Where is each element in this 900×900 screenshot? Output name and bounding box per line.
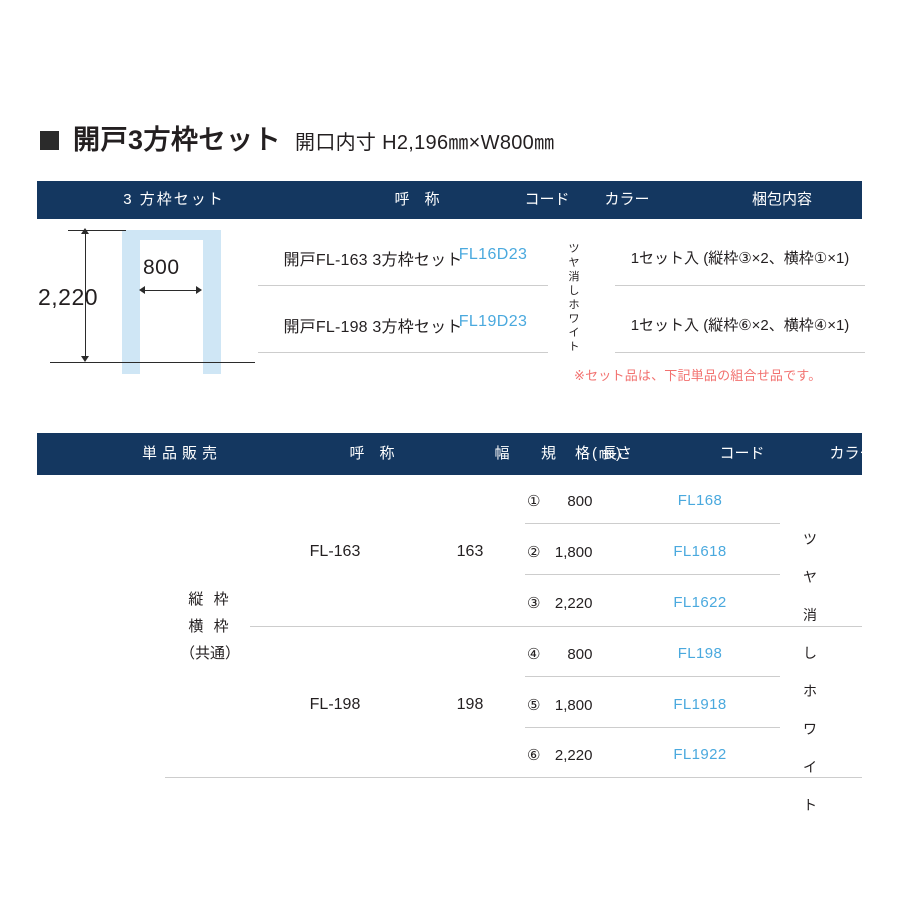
page-title: 開戸3方枠セット 開口内寸 H2,196㎜×W800㎜ (40, 118, 554, 157)
single-group-name: FL-198 (309, 696, 361, 713)
height-top-extension-line (68, 230, 126, 231)
color-char: 消 (803, 607, 817, 623)
page-title-subtitle: 開口内寸 H2,196㎜×W800㎜ (295, 132, 555, 154)
color-char: イ (803, 759, 817, 775)
item-mark: ④ (527, 646, 541, 663)
item-length: 2,220 (554, 595, 593, 612)
single-item-size: ⑥ 2,220 (527, 746, 592, 764)
single-table-color-value: ツ ヤ 消 し ホ ワ イ ト (800, 520, 820, 824)
single-item-size: ④ 800 (527, 645, 592, 663)
single-table-header-width: 幅 (494, 445, 510, 462)
item-mark: ③ (527, 595, 541, 612)
single-table-header-color: カラー (829, 445, 875, 462)
single-table-row-divider (525, 727, 780, 728)
left-label-line: 横 枠 (188, 618, 232, 635)
set-table-row-divider (258, 285, 548, 286)
color-char: ト (803, 797, 817, 813)
single-table-header-name: 呼 称 (349, 445, 395, 462)
left-label-line: 縦 枠 (188, 591, 232, 608)
frame-head (122, 230, 221, 240)
page-title-main: 開戸3方枠セット (73, 125, 282, 155)
item-length: 2,220 (554, 747, 593, 764)
set-table-bottom-divider (258, 352, 548, 353)
single-item-size: ① 800 (527, 492, 592, 510)
width-arrow-right-icon (196, 286, 202, 294)
color-char: ホ (803, 683, 817, 699)
set-table-header-category: 3 方枠セット (123, 191, 225, 208)
color-char: ツ (568, 243, 580, 255)
frame-right-jamb (203, 230, 221, 374)
single-item-size: ② 1,800 (527, 543, 592, 561)
width-dimension-label: 800 (143, 256, 180, 279)
color-char: ワ (803, 721, 817, 737)
single-item-size: ③ 2,220 (527, 594, 592, 612)
single-table-group-divider (250, 626, 862, 627)
set-table-bottom-divider (615, 352, 865, 353)
item-mark: ⑥ (527, 747, 541, 764)
item-length: 800 (567, 493, 593, 510)
height-dimension-label: 2,220 (38, 284, 99, 310)
color-char: ホ (568, 299, 580, 311)
width-arrow-left-icon (139, 286, 145, 294)
color-char: 消 (568, 271, 580, 283)
single-item-code[interactable]: FL1918 (645, 696, 755, 713)
color-char: し (568, 285, 580, 297)
item-mark: ① (527, 493, 541, 510)
set-table-row-divider (615, 285, 865, 286)
item-length: 1,800 (554, 544, 593, 561)
single-table-header: 単品販売 呼 称 規 格(㎜) 幅 長さ コード カラー (37, 433, 875, 475)
item-mark: ② (527, 544, 541, 561)
color-char: イ (568, 327, 580, 339)
left-label-line: （共通） (179, 645, 240, 662)
set-combination-note: ※セット品は、下記単品の組合せ品です。 (574, 368, 822, 383)
color-char: ツ (803, 531, 817, 547)
single-item-code[interactable]: FL1922 (645, 746, 755, 763)
floor-line (50, 362, 255, 363)
single-table-header-length: 長さ (601, 445, 632, 462)
item-length: 1,800 (554, 697, 593, 714)
door-frame-diagram: 2,220 800 (38, 222, 255, 374)
single-table-left-label: 縦 枠 横 枠 （共通） (155, 586, 265, 667)
single-group-width: 163 (456, 543, 484, 560)
height-arrow-up-icon (81, 228, 89, 234)
color-char: ト (568, 341, 580, 353)
set-row-package: 1セット入 (縦枠⑥×2、横枠④×1) (630, 317, 850, 334)
frame-left-jamb (122, 230, 140, 374)
item-length: 800 (567, 646, 593, 663)
set-row-code[interactable]: FL16D23 (448, 246, 538, 264)
set-row-package: 1セット入 (縦枠③×2、横枠①×1) (630, 250, 850, 267)
single-group-width: 198 (456, 696, 484, 713)
single-item-code[interactable]: FL168 (645, 492, 755, 509)
single-group-name: FL-163 (309, 543, 361, 560)
color-char: ワ (568, 313, 580, 325)
set-table-color-value: ツ ヤ 消 し ホ ワ イ ト (566, 242, 582, 354)
single-item-code[interactable]: FL1618 (645, 543, 755, 560)
set-table-header: 3 方枠セット 呼 称 コード カラー 梱包内容 (37, 181, 862, 219)
color-char: ヤ (803, 569, 817, 585)
single-table-row-divider (525, 523, 780, 524)
single-table-bottom-divider (165, 777, 862, 778)
set-row-code[interactable]: FL19D23 (448, 313, 538, 331)
bullet-square-icon (40, 131, 59, 150)
single-table-row-divider (525, 574, 780, 575)
color-char: ヤ (568, 257, 580, 269)
color-char: し (803, 645, 817, 661)
width-dimension-line (143, 290, 200, 291)
single-item-size: ⑤ 1,800 (527, 696, 592, 714)
item-mark: ⑤ (527, 697, 541, 714)
height-arrow-down-icon (81, 356, 89, 362)
single-table-header-category: 単品販売 (141, 445, 222, 462)
set-table-header-package: 梱包内容 (751, 191, 812, 208)
single-table-row-divider (525, 676, 780, 677)
single-table-header-code: コード (719, 445, 765, 462)
single-item-code[interactable]: FL1622 (645, 594, 755, 611)
single-item-code[interactable]: FL198 (645, 645, 755, 662)
